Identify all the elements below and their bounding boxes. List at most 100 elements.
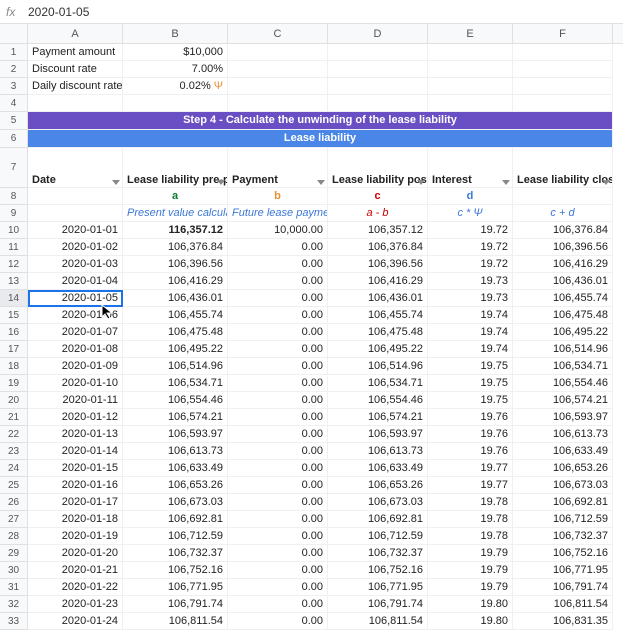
cell-pre[interactable]: 106,574.21 xyxy=(123,409,228,426)
cell[interactable] xyxy=(513,188,613,205)
cell-date[interactable]: 2020-01-16 xyxy=(28,477,123,494)
row-header-14[interactable]: 14 xyxy=(0,290,28,307)
cell[interactable] xyxy=(28,205,123,222)
row-33[interactable]: 332020-01-24106,811.540.00106,811.5419.8… xyxy=(0,613,623,630)
row-header-7[interactable]: 7 xyxy=(0,148,28,188)
row-header-16[interactable]: 16 xyxy=(0,324,28,341)
row-10[interactable]: 102020-01-01116,357.1210,000.00106,357.1… xyxy=(0,222,623,239)
cell[interactable] xyxy=(228,44,328,61)
row-7[interactable]: 7DateLease liability pre-paymentPaymentL… xyxy=(0,148,623,188)
cell-interest[interactable]: 19.78 xyxy=(428,511,513,528)
cell-interest[interactable]: 19.75 xyxy=(428,392,513,409)
cell-closing[interactable]: 106,752.16 xyxy=(513,545,613,562)
cell-payment[interactable]: 0.00 xyxy=(228,307,328,324)
cell-interest[interactable]: 19.79 xyxy=(428,579,513,596)
col-header-a[interactable]: A xyxy=(28,24,123,43)
cell-a1[interactable]: Payment amount xyxy=(28,44,123,61)
row-header-3[interactable]: 3 xyxy=(0,78,28,95)
cell-pre[interactable]: 106,475.48 xyxy=(123,324,228,341)
cell-post[interactable]: 106,495.22 xyxy=(328,341,428,358)
cell-date[interactable]: 2020-01-11 xyxy=(28,392,123,409)
cell-pre[interactable]: 106,752.16 xyxy=(123,562,228,579)
cell-pre[interactable]: 106,436.01 xyxy=(123,290,228,307)
cell-closing[interactable]: 106,712.59 xyxy=(513,511,613,528)
cell-date[interactable]: 2020-01-18 xyxy=(28,511,123,528)
row-header-31[interactable]: 31 xyxy=(0,579,28,596)
cell-payment[interactable]: 0.00 xyxy=(228,392,328,409)
row-header-2[interactable]: 2 xyxy=(0,61,28,78)
cell-pre[interactable]: 106,495.22 xyxy=(123,341,228,358)
row-header-19[interactable]: 19 xyxy=(0,375,28,392)
row-18[interactable]: 182020-01-09106,514.960.00106,514.9619.7… xyxy=(0,358,623,375)
cell-closing[interactable]: 106,436.01 xyxy=(513,273,613,290)
cell-interest[interactable]: 19.78 xyxy=(428,494,513,511)
cell-post[interactable]: 106,376.84 xyxy=(328,239,428,256)
col-header-f[interactable]: F xyxy=(513,24,613,43)
row-19[interactable]: 192020-01-10106,534.710.00106,534.7119.7… xyxy=(0,375,623,392)
cell-closing[interactable]: 106,574.21 xyxy=(513,392,613,409)
row-11[interactable]: 112020-01-02106,376.840.00106,376.8419.7… xyxy=(0,239,623,256)
cell-interest[interactable]: 19.74 xyxy=(428,341,513,358)
cell-closing[interactable]: 106,692.81 xyxy=(513,494,613,511)
cell-payment[interactable]: 0.00 xyxy=(228,613,328,630)
cell-pre[interactable]: 106,712.59 xyxy=(123,528,228,545)
cell-date[interactable]: 2020-01-20 xyxy=(28,545,123,562)
row-header-27[interactable]: 27 xyxy=(0,511,28,528)
row-6[interactable]: 6Lease liability xyxy=(0,130,623,148)
col-header-c[interactable]: C xyxy=(228,24,328,43)
filter-icon[interactable] xyxy=(602,180,610,185)
cell-date[interactable]: 2020-01-10 xyxy=(28,375,123,392)
cell-interest[interactable]: 19.75 xyxy=(428,358,513,375)
cell-pre[interactable]: 106,554.46 xyxy=(123,392,228,409)
cell-post[interactable]: 106,475.48 xyxy=(328,324,428,341)
formula-flp[interactable]: Future lease payments xyxy=(228,205,328,222)
cell-payment[interactable]: 0.00 xyxy=(228,290,328,307)
row-3[interactable]: 3Daily discount rate0.02% Ψ xyxy=(0,78,623,95)
cell-date[interactable]: 2020-01-13 xyxy=(28,426,123,443)
cell-interest[interactable]: 19.79 xyxy=(428,545,513,562)
row-27[interactable]: 272020-01-18106,692.810.00106,692.8119.7… xyxy=(0,511,623,528)
letter-c[interactable]: c xyxy=(328,188,428,205)
cell-payment[interactable]: 0.00 xyxy=(228,545,328,562)
row-header-6[interactable]: 6 xyxy=(0,130,28,148)
cell-interest[interactable]: 19.73 xyxy=(428,290,513,307)
cell-closing[interactable]: 106,653.26 xyxy=(513,460,613,477)
filter-icon[interactable] xyxy=(317,180,325,185)
cell-pre[interactable]: 106,396.56 xyxy=(123,256,228,273)
cell-post[interactable]: 106,752.16 xyxy=(328,562,428,579)
col-header-d[interactable]: D xyxy=(328,24,428,43)
row-8[interactable]: 8abcd xyxy=(0,188,623,205)
cell-payment[interactable]: 0.00 xyxy=(228,324,328,341)
cell-post[interactable]: 106,771.95 xyxy=(328,579,428,596)
cell[interactable] xyxy=(428,78,513,95)
cell-post[interactable]: 106,732.37 xyxy=(328,545,428,562)
cell-payment[interactable]: 0.00 xyxy=(228,562,328,579)
cell-pre[interactable]: 106,732.37 xyxy=(123,545,228,562)
row-14[interactable]: 142020-01-05106,436.010.00106,436.0119.7… xyxy=(0,290,623,307)
cell-interest[interactable]: 19.72 xyxy=(428,222,513,239)
cell-payment[interactable]: 0.00 xyxy=(228,358,328,375)
cell-closing[interactable]: 106,416.29 xyxy=(513,256,613,273)
cell-date[interactable]: 2020-01-21 xyxy=(28,562,123,579)
cell-payment[interactable]: 0.00 xyxy=(228,494,328,511)
cell-date[interactable]: 2020-01-22 xyxy=(28,579,123,596)
row-header-9[interactable]: 9 xyxy=(0,205,28,222)
cell-closing[interactable]: 106,455.74 xyxy=(513,290,613,307)
cell-interest[interactable]: 19.80 xyxy=(428,613,513,630)
cell-date[interactable]: 2020-01-07 xyxy=(28,324,123,341)
row-21[interactable]: 212020-01-12106,574.210.00106,574.2119.7… xyxy=(0,409,623,426)
cell-interest[interactable]: 19.72 xyxy=(428,239,513,256)
formula-amb[interactable]: a - b xyxy=(328,205,428,222)
cell-post[interactable]: 106,613.73 xyxy=(328,443,428,460)
spreadsheet[interactable]: A B C D E F 1Payment amount$10,0002Disco… xyxy=(0,24,623,630)
cell-pre[interactable]: 106,692.81 xyxy=(123,511,228,528)
cell-a3[interactable]: Daily discount rate xyxy=(28,78,123,95)
row-23[interactable]: 232020-01-14106,613.730.00106,613.7319.7… xyxy=(0,443,623,460)
cell-post[interactable]: 106,554.46 xyxy=(328,392,428,409)
cell-b1[interactable]: $10,000 xyxy=(123,44,228,61)
formula-pvc[interactable]: Present value calculation xyxy=(123,205,228,222)
cell-interest[interactable]: 19.76 xyxy=(428,443,513,460)
cell-interest[interactable]: 19.72 xyxy=(428,256,513,273)
cell-payment[interactable]: 0.00 xyxy=(228,528,328,545)
cell-payment[interactable]: 0.00 xyxy=(228,477,328,494)
